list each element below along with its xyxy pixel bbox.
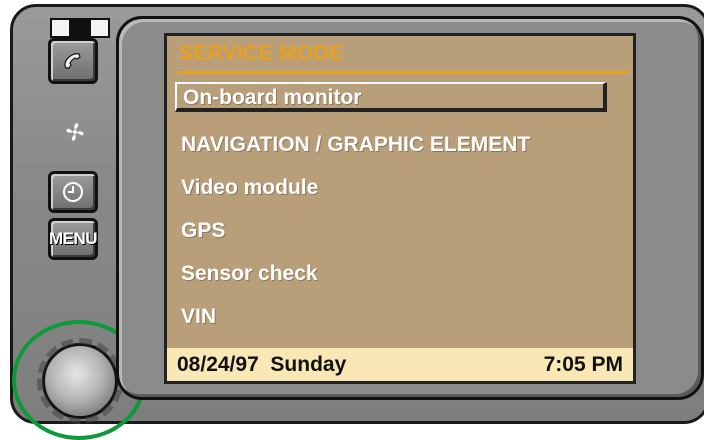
title-divider xyxy=(177,71,629,74)
menu-item-vin[interactable]: VIN xyxy=(181,305,216,329)
fan-icon xyxy=(66,123,84,141)
status-day: Sunday xyxy=(270,352,347,376)
menu-item-gps[interactable]: GPS xyxy=(181,219,225,243)
indicator-cell xyxy=(90,20,108,36)
status-bar: 08/24/97 Sunday 7:05 PM xyxy=(167,348,633,381)
status-time: 7:05 PM xyxy=(543,352,623,376)
menu-button-label: MENU xyxy=(48,229,98,248)
status-date-group: 08/24/97 Sunday xyxy=(177,353,346,377)
display-screen: SERVICE MODE On-board monitor NAVIGATION… xyxy=(164,33,636,384)
phone-icon xyxy=(64,53,81,69)
indicator-cell xyxy=(52,20,72,36)
indicator-cell-active xyxy=(71,20,91,36)
menu-item-video-module[interactable]: Video module xyxy=(181,176,318,200)
status-indicator xyxy=(50,18,110,38)
menu-button[interactable]: MENU xyxy=(48,218,98,260)
status-date: 08/24/97 xyxy=(177,352,259,376)
clock-icon xyxy=(63,182,83,202)
rotary-knob[interactable] xyxy=(37,338,123,424)
menu-item-sensor-check[interactable]: Sensor check xyxy=(181,262,318,286)
phone-button[interactable] xyxy=(48,38,98,84)
screen-title: SERVICE MODE xyxy=(179,42,344,65)
menu-item-on-board-monitor[interactable]: On-board monitor xyxy=(175,82,607,112)
clock-button[interactable] xyxy=(48,171,98,213)
menu-item-navigation-graphic-element[interactable]: NAVIGATION / GRAPHIC ELEMENT xyxy=(181,133,530,157)
